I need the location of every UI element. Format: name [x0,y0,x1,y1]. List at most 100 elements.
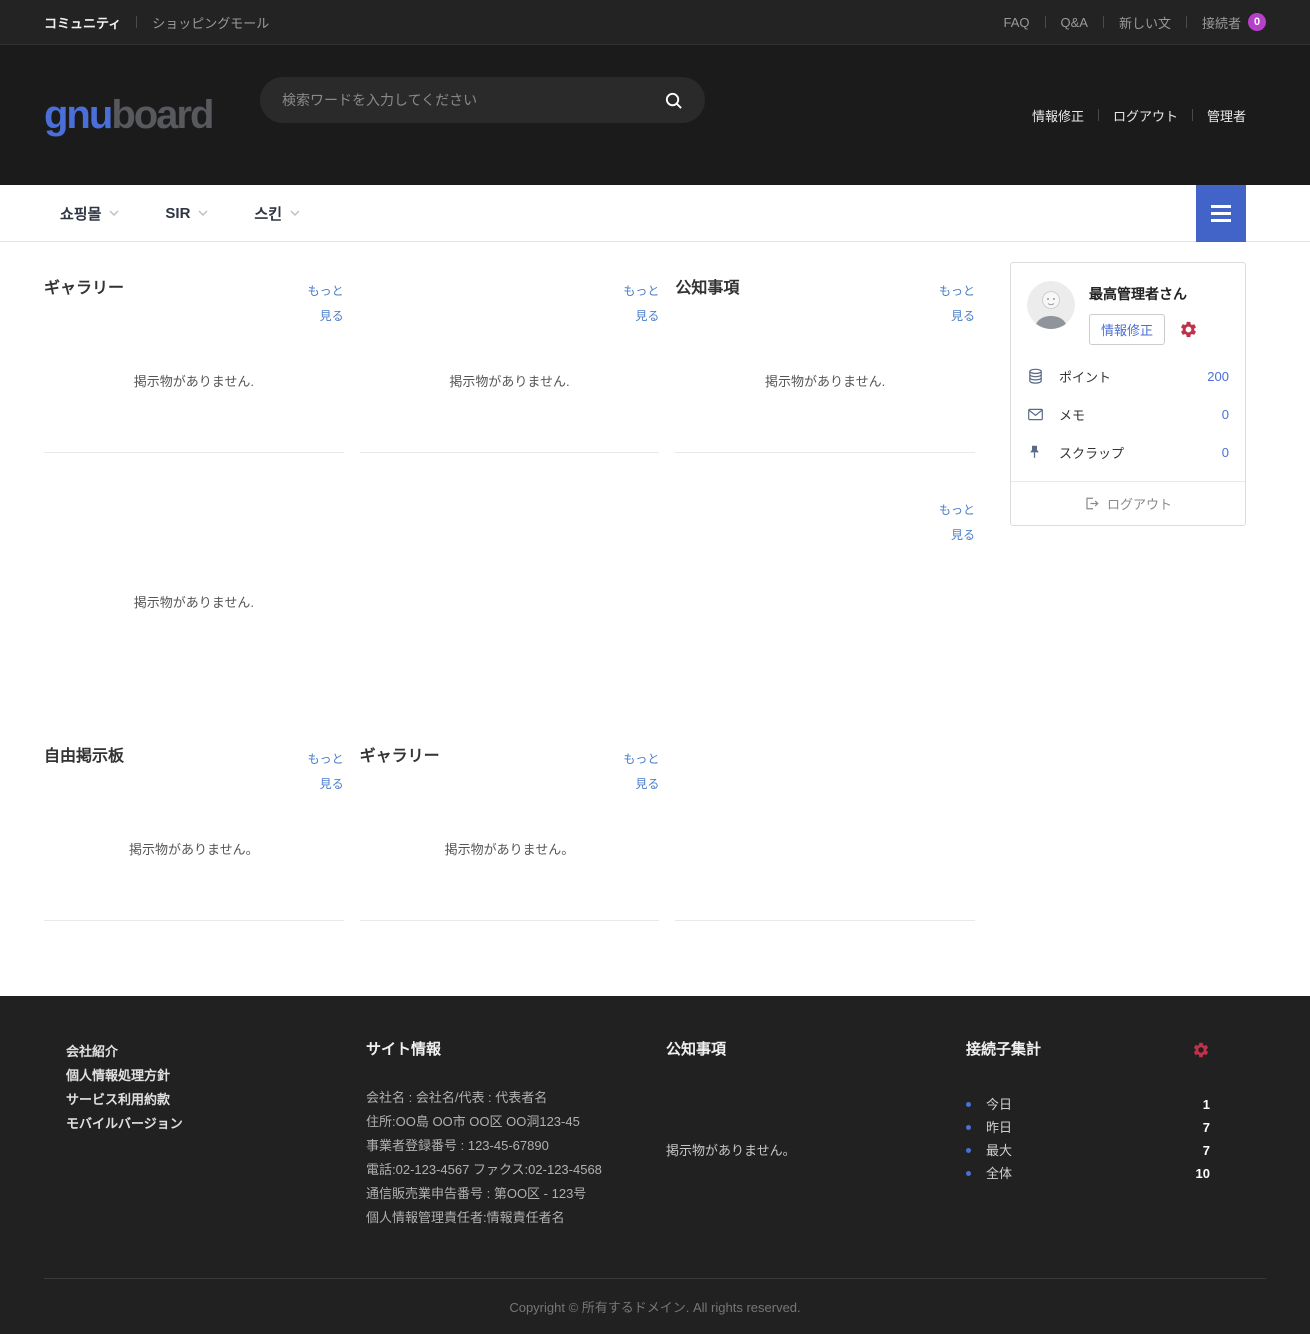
stat-value: 10 [1196,1162,1210,1185]
scrap-value: 0 [1222,445,1229,460]
nav-item-sir[interactable]: SIR [165,205,208,222]
empty-message: 掲示物がありません。 [360,797,660,920]
stat-label: 最大 [986,1139,1012,1162]
stat-value: 1 [1203,1093,1210,1116]
footer-link-privacy[interactable]: 個人情報処理方針 [66,1064,366,1088]
topbar-left-menu: コミュニティ ショッピングモール [44,13,269,32]
member-sidebar: 最高管理者さん 情報修正 ポイント 200 [1010,262,1246,996]
divider [1045,16,1046,28]
memo-icon [1027,406,1047,423]
stat-value: 7 [1203,1139,1210,1162]
divider [1186,16,1187,28]
site-info-line: 個人情報管理責任者:情報責任者名 [366,1206,666,1230]
hamburger-menu-button[interactable] [1196,185,1246,242]
footer-link-mobile[interactable]: モバイルバージョン [66,1112,366,1136]
stat-row-max: 最大 7 [966,1139,1220,1162]
bullet-icon [966,1125,971,1130]
footer-link-company[interactable]: 会社紹介 [66,1040,366,1064]
latest-row-3: 自由掲示板 もっと見る 掲示物がありません。 ギャラリー もっと見る 掲示物があ… [44,730,975,921]
profile-block: 最高管理者さん 情報修正 [1011,263,1245,353]
stat-label: 今日 [986,1093,1012,1116]
latest-boards-area: ギャラリー もっと見る 掲示物がありません. もっと見る 掲示物がありません. … [44,262,975,996]
more-link[interactable]: もっと見る [619,747,659,797]
latest-section-free-board: 自由掲示板 もっと見る 掲示物がありません。 [44,730,344,921]
gear-icon[interactable] [1179,320,1198,339]
footer-visitor-stats: 接続子集計 今日 1 昨日 7 最大 [966,1040,1220,1230]
points-label: ポイント [1059,367,1111,386]
stat-value: 7 [1203,1116,1210,1139]
header-admin-link[interactable]: 管理者 [1207,106,1246,125]
section-title: ギャラリー [360,747,440,767]
hamburger-icon [1211,205,1231,208]
site-header: gnuboard 情報修正 ログアウト 管理者 [0,45,1310,185]
visitors-count-badge: 0 [1248,13,1266,31]
empty-message: 掲示物がありません. [360,329,660,452]
nav-item-label: 스킨 [254,203,282,224]
logo-text-board: board [111,93,212,137]
latest-section-blank [675,730,975,921]
footer-policy-links: 会社紹介 個人情報処理方針 サービス利用約款 モバイルバージョン [66,1040,366,1230]
footer-notice: 公知事項 掲示物がありません。 [666,1040,966,1230]
nav-item-shopping[interactable]: 쇼핑몰 [60,203,119,224]
section-title: 公知事項 [675,279,739,299]
latest-section-notice: 公知事項 もっと見る 掲示物がありません. [675,262,975,453]
search-input[interactable] [282,92,660,108]
search-button[interactable] [660,87,687,114]
site-footer: 会社紹介 個人情報処理方針 サービス利用約款 モバイルバージョン サイト情報 会… [0,996,1310,1334]
topbar-item-community[interactable]: コミュニティ [44,13,121,32]
more-link[interactable]: もっと見る [935,498,975,548]
topbar-item-shopping-mall[interactable]: ショッピングモール [152,13,269,32]
edit-info-button[interactable]: 情報修正 [1089,314,1165,345]
site-logo[interactable]: gnuboard [44,95,212,135]
site-info-line: 住所:OO島 OO市 OO区 OO洞123-45 [366,1110,666,1134]
stat-label: 昨日 [986,1116,1012,1139]
more-link[interactable]: もっと見る [304,279,344,329]
logo-text-gnu: gnu [44,93,111,137]
points-icon [1027,368,1047,385]
topbar-item-new-posts[interactable]: 新しい文 [1119,13,1171,32]
site-info-title: サイト情報 [366,1040,666,1060]
username: 最高管理者さん [1089,284,1198,304]
header-logout-link[interactable]: ログアウト [1113,106,1178,125]
copyright-text: Copyright © 所有するドメイン. All rights reserve… [44,1278,1266,1334]
latest-section-untitled: もっと見る [675,453,975,730]
topbar-item-faq[interactable]: FAQ [1003,15,1029,30]
header-member-menu: 情報修正 ログアウト 管理者 [1032,106,1246,125]
copyright-bar: Copyright © 所有するドメイン. All rights reserve… [0,1278,1310,1334]
header-edit-info-link[interactable]: 情報修正 [1032,106,1084,125]
footer-link-terms[interactable]: サービス利用約款 [66,1088,366,1112]
points-row[interactable]: ポイント 200 [1027,357,1229,395]
empty-message: 掲示物がありません. [675,329,975,452]
memo-value: 0 [1222,407,1229,422]
nav-item-label: 쇼핑몰 [60,203,101,224]
profile-info: 最高管理者さん 情報修正 [1089,281,1198,345]
gear-icon[interactable] [1192,1041,1210,1059]
latest-section-untitled: もっと見る 掲示物がありません. [360,262,660,453]
logout-button[interactable]: ログアウト [1011,481,1245,525]
topbar-item-qna[interactable]: Q&A [1061,15,1088,30]
bullet-icon [966,1102,971,1107]
site-info-line: 会社名 : 会社名/代表 : 代表者名 [366,1086,666,1110]
footer-site-info: サイト情報 会社名 : 会社名/代表 : 代表者名 住所:OO島 OO市 OO区… [366,1040,666,1230]
nav-item-skin[interactable]: 스킨 [254,203,300,224]
section-title: 自由掲示板 [44,747,124,767]
empty-message: 掲示物がありません. [44,329,344,452]
more-link[interactable]: もっと見る [304,747,344,797]
topbar-item-visitors[interactable]: 接続者 0 [1202,13,1266,32]
latest-section-gallery: ギャラリー もっと見る 掲示物がありません. [44,262,344,453]
memo-row[interactable]: メモ 0 [1027,395,1229,433]
nav-item-label: SIR [165,205,190,222]
logout-icon [1084,496,1099,511]
latest-section-gallery: ギャラリー もっと見る 掲示物がありません。 [360,730,660,921]
empty-message: 掲示物がありません。 [44,797,344,920]
empty-message: 掲示物がありません. [44,453,344,730]
more-link[interactable]: もっと見る [619,279,659,329]
scrap-row[interactable]: スクラップ 0 [1027,433,1229,471]
latest-row-1: ギャラリー もっと見る 掲示物がありません. もっと見る 掲示物がありません. … [44,262,975,453]
stat-label: 全体 [986,1162,1012,1185]
site-info-line: 通信販売業申告番号 : 第OO区 - 123号 [366,1182,666,1206]
section-title: ギャラリー [44,279,124,299]
divider [1103,16,1104,28]
more-link[interactable]: もっと見る [935,279,975,329]
divider [1098,109,1099,121]
